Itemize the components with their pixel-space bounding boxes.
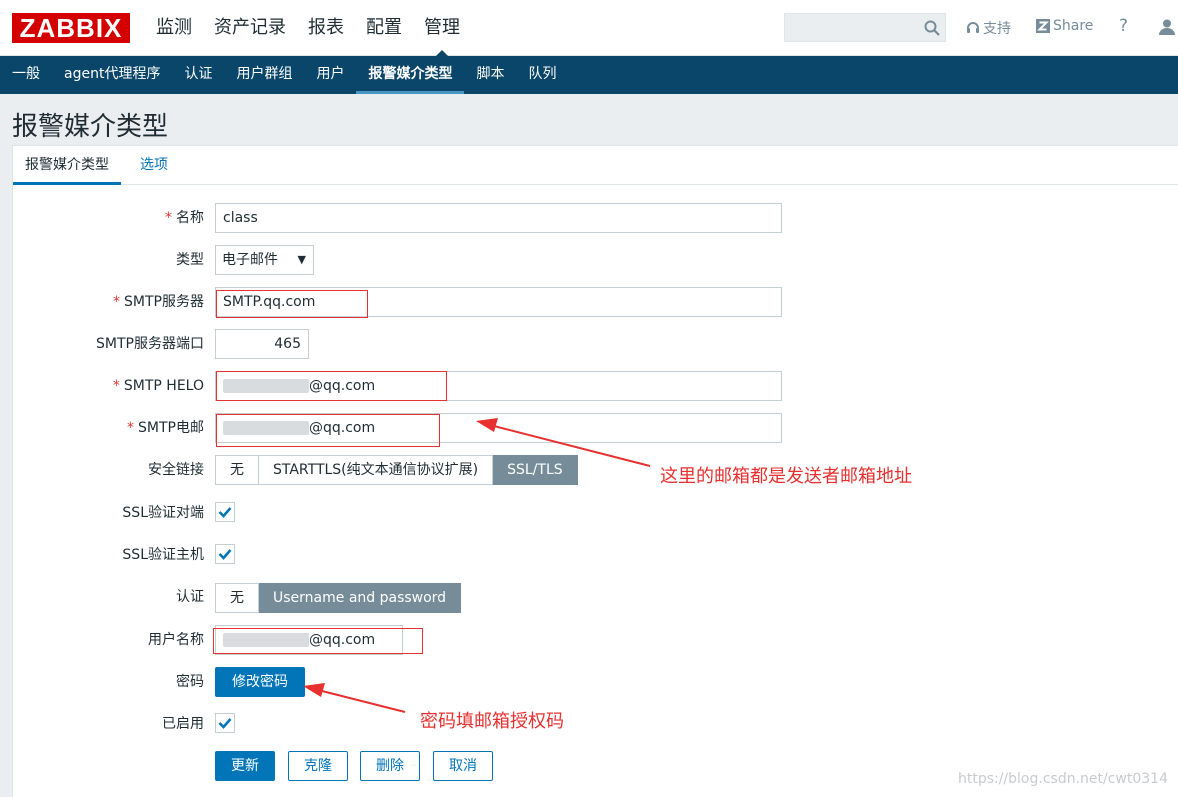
subnav-proxies[interactable]: agent代理程序: [52, 56, 172, 94]
type-select-value: 电子邮件: [222, 252, 278, 268]
subnav-queue[interactable]: 队列: [516, 56, 568, 94]
name-label-text: 名称: [176, 210, 204, 226]
smtp-email-value: @qq.com: [309, 420, 376, 436]
smtp-helo-value: @qq.com: [309, 378, 376, 394]
search-icon: [924, 20, 940, 36]
support-label: 支持: [983, 21, 1011, 37]
security-option-ssl-tls[interactable]: SSL/TLS: [493, 455, 578, 485]
user-profile-link[interactable]: [1158, 18, 1176, 36]
security-option-starttls[interactable]: STARTTLS(纯文本通信协议扩展): [259, 455, 494, 485]
subnav-media-types[interactable]: 报警媒介类型: [356, 56, 465, 94]
checkmark-icon: [218, 507, 232, 518]
change-password-button[interactable]: 修改密码: [215, 667, 305, 697]
dropdown-caret-icon: ▼: [297, 253, 306, 266]
zabbix-logo[interactable]: ZABBIX: [12, 13, 130, 43]
update-button[interactable]: 更新: [215, 751, 275, 781]
subnav-users[interactable]: 用户: [304, 56, 356, 94]
smtp-email-label: * SMTP电邮: [127, 419, 204, 437]
smtp-email-label-text: SMTP电邮: [138, 420, 204, 436]
subnav-general[interactable]: 一般: [0, 56, 52, 94]
smtp-server-input[interactable]: SMTP.qq.com: [215, 287, 782, 317]
smtp-helo-label: * SMTP HELO: [113, 377, 204, 395]
checkmark-icon: [218, 549, 232, 560]
security-option-none[interactable]: 无: [215, 455, 259, 485]
username-value: @qq.com: [309, 632, 376, 648]
required-marker: *: [165, 210, 172, 226]
password-label: 密码: [176, 674, 204, 690]
smtp-server-label-text: SMTP服务器: [124, 294, 204, 310]
sub-nav: 一般 agent代理程序 认证 用户群组 用户 报警媒介类型 脚本 队列: [0, 56, 1178, 94]
annotation-sender-note: 这里的邮箱都是发送者邮箱地址: [660, 466, 912, 487]
annotation-password-note: 密码填邮箱授权码: [420, 711, 564, 732]
ssl-verify-host-checkbox[interactable]: [215, 544, 235, 564]
headset-icon: [967, 22, 979, 33]
enabled-label: 已启用: [162, 716, 204, 732]
subnav-authentication[interactable]: 认证: [172, 56, 224, 94]
main-nav-administration[interactable]: 管理: [416, 0, 468, 57]
subnav-scripts[interactable]: 脚本: [464, 56, 516, 94]
main-nav: 监测 资产记录 报表 配置 管理: [148, 0, 474, 57]
name-label: * 名称: [165, 209, 204, 227]
clone-button[interactable]: 克隆: [288, 751, 348, 781]
tab-options[interactable]: 选项: [128, 146, 180, 185]
security-label: 安全链接: [148, 462, 204, 478]
share-z-icon: [1036, 19, 1050, 33]
username-label: 用户名称: [148, 632, 204, 648]
redacted-text: [223, 633, 309, 647]
username-input[interactable]: @qq.com: [215, 625, 403, 655]
smtp-helo-label-text: SMTP HELO: [123, 378, 204, 394]
auth-label: 认证: [176, 589, 204, 605]
main-nav-inventory[interactable]: 资产记录: [206, 0, 294, 56]
ssl-verify-host-label: SSL验证主机: [122, 547, 204, 563]
top-bar: ZABBIX 监测 资产记录 报表 配置 管理 支持 Share ?: [0, 0, 1178, 57]
redacted-text: [223, 379, 309, 393]
name-input[interactable]: class: [215, 203, 782, 233]
required-marker: *: [127, 420, 135, 436]
tab-media-type[interactable]: 报警媒介类型: [13, 146, 121, 185]
security-radio-group: 无 STARTTLS(纯文本通信协议扩展) SSL/TLS: [215, 455, 578, 485]
ssl-verify-peer-checkbox[interactable]: [215, 502, 235, 522]
checkmark-icon: [218, 718, 232, 729]
main-nav-reports[interactable]: 报表: [300, 0, 352, 56]
redacted-text: [223, 421, 309, 435]
auth-radio-group: 无 Username and password: [215, 583, 462, 613]
auth-option-none[interactable]: 无: [215, 583, 259, 613]
main-nav-monitoring[interactable]: 监测: [148, 0, 200, 56]
share-label: Share: [1053, 18, 1094, 34]
share-link[interactable]: Share: [1036, 18, 1093, 34]
type-label: 类型: [176, 252, 204, 268]
smtp-port-input[interactable]: 465: [215, 329, 309, 359]
type-select[interactable]: 电子邮件 ▼: [215, 245, 314, 275]
enabled-checkbox[interactable]: [215, 713, 235, 733]
page-title: 报警媒介类型: [12, 112, 169, 142]
smtp-email-input[interactable]: @qq.com: [215, 413, 782, 443]
required-marker: *: [112, 378, 120, 394]
user-icon: [1159, 19, 1175, 35]
main-nav-configuration[interactable]: 配置: [358, 0, 410, 56]
watermark: https://blog.csdn.net/cwt0314: [957, 771, 1168, 787]
smtp-helo-input[interactable]: @qq.com: [215, 371, 782, 401]
cancel-button[interactable]: 取消: [433, 751, 493, 781]
support-link[interactable]: 支持: [966, 18, 1011, 38]
auth-option-username-password[interactable]: Username and password: [259, 583, 462, 613]
ssl-verify-peer-label: SSL验证对端: [122, 505, 204, 521]
subnav-user-groups[interactable]: 用户群组: [224, 56, 304, 94]
tab-bar: 报警媒介类型 选项: [13, 146, 1178, 185]
help-link[interactable]: ?: [1119, 16, 1128, 36]
delete-button[interactable]: 删除: [360, 751, 420, 781]
search-button[interactable]: [919, 14, 945, 41]
required-marker: *: [113, 294, 121, 310]
smtp-port-label: SMTP服务器端口: [96, 336, 204, 352]
smtp-server-label: * SMTP服务器: [113, 293, 204, 311]
